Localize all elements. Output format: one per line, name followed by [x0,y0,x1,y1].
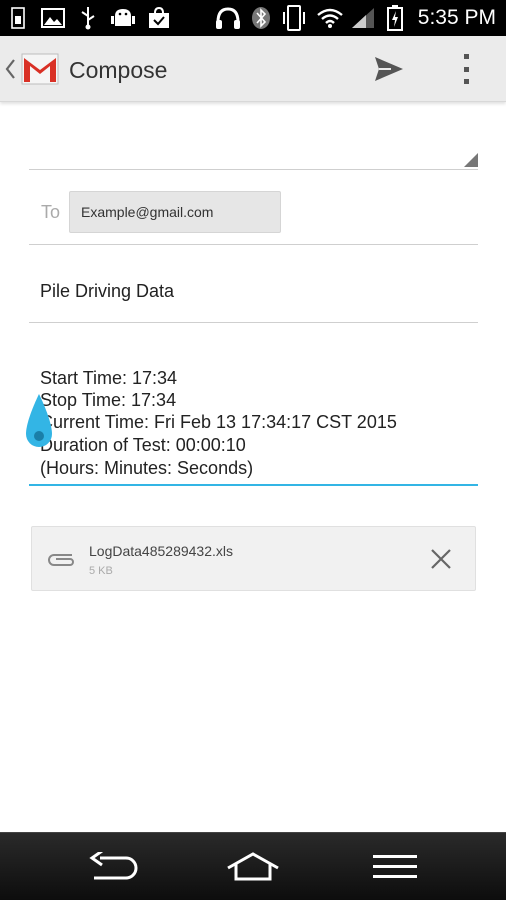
overflow-dot [463,79,469,84]
status-time: 5:35 PM [417,6,496,29]
attachment-filename: LogData485289432.xls [89,543,234,559]
page-title: Compose [69,57,168,83]
overflow-dot [463,66,469,72]
to-label: To [41,202,61,222]
back-icon [89,852,138,880]
action-bar: Compose [0,36,506,102]
body-line: Current Time: Fri Feb 13 17:34:17 CST 20… [40,412,397,432]
gmail-icon[interactable] [20,50,60,88]
signal-icon [350,6,376,30]
body-line: Duration of Test: 00:00:10 [40,435,246,455]
from-account-selector[interactable] [29,140,478,170]
nav-home-button[interactable] [223,847,283,887]
battery-charging-icon [384,5,406,31]
body-field[interactable]: Start Time: 17:34 Stop Time: 17:34 Curre… [29,364,478,486]
send-button[interactable] [370,52,408,86]
body-line: (Hours: Minutes: Seconds) [40,458,254,478]
bluetooth-icon [250,6,272,30]
nav-menu-button[interactable] [365,847,425,887]
overflow-menu-button[interactable] [454,50,478,88]
usb-debug-icon [78,6,98,30]
body-line: Start Time: 17:34 [40,368,178,388]
vibrate-icon [280,5,308,31]
dropdown-triangle-icon [464,153,478,167]
subject-text: Pile Driving Data [40,281,175,301]
menu-icon [373,855,417,878]
body-line: Stop Time: 17:34 [40,390,177,410]
navigation-bar [0,832,506,900]
overflow-dot [463,54,469,59]
headset-icon [214,6,242,30]
status-bar: 5:35 PM [0,0,506,36]
android-icon [110,6,136,30]
back-chevron-icon[interactable] [4,58,16,80]
home-icon [227,852,279,881]
text-cursor-handle[interactable] [24,394,54,450]
subject-field[interactable]: Pile Driving Data [29,262,478,323]
paperclip-icon [48,554,74,566]
close-icon[interactable] [429,547,453,571]
wifi-icon [316,6,344,30]
attachment-size: 5 KB [89,565,113,577]
recipient-chip[interactable]: Example@gmail.com [69,191,281,233]
shopping-bag-icon [146,6,172,30]
image-icon [40,6,66,30]
to-field[interactable]: To Example@gmail.com [29,188,478,245]
usb-icon [10,6,26,30]
nav-back-button[interactable] [83,847,143,887]
send-icon [375,57,403,81]
attachment-card[interactable]: LogData485289432.xls 5 KB [31,526,476,591]
